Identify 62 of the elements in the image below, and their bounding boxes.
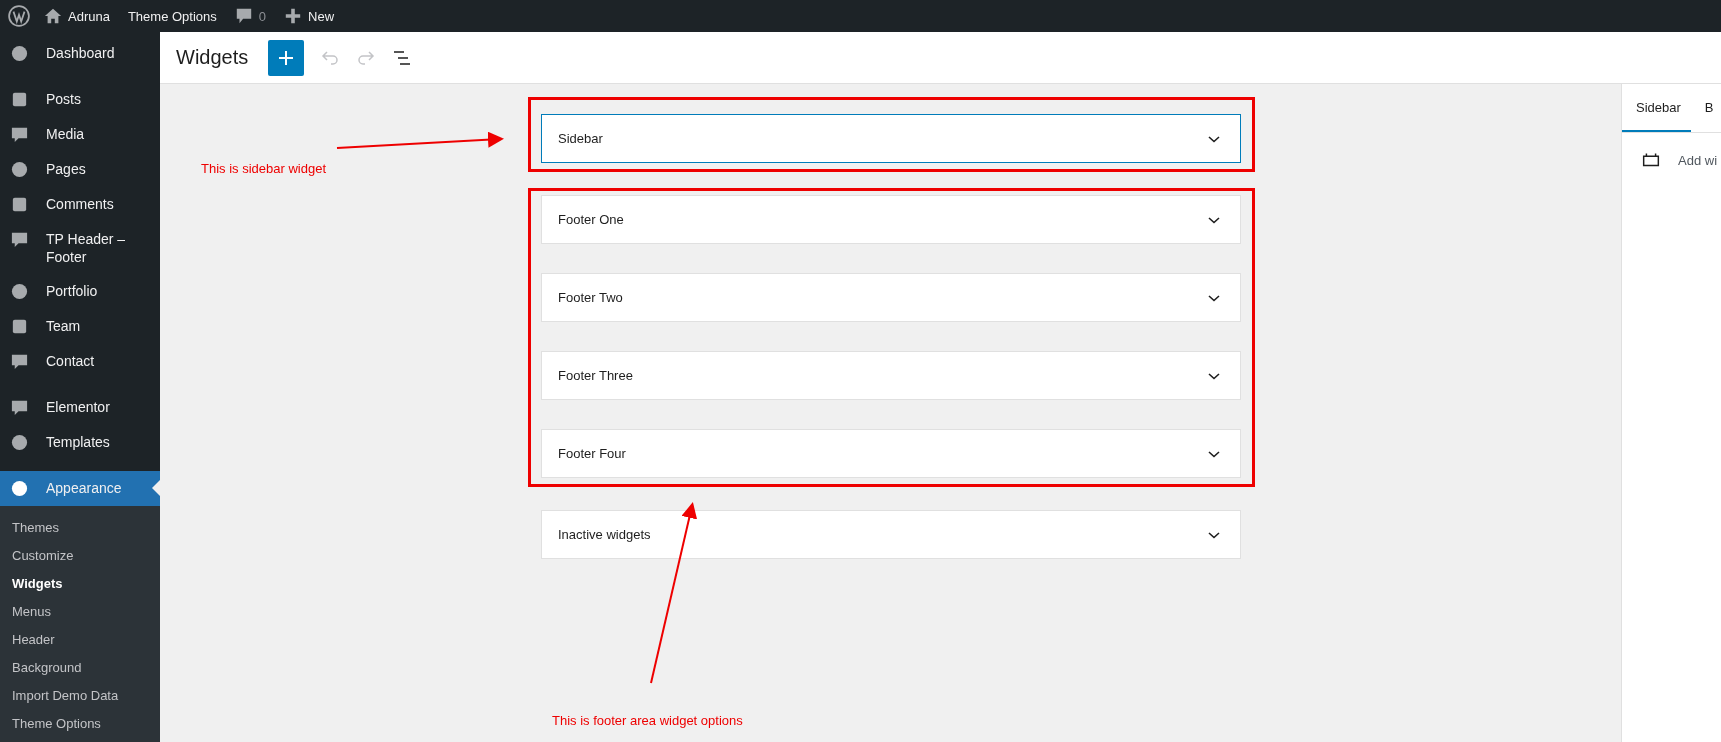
- menu-icon: [10, 160, 29, 179]
- menu-item[interactable]: Portfolio: [0, 274, 160, 309]
- annotation-text: This is sidebar widget: [201, 161, 326, 176]
- theme-options-link[interactable]: Theme Options: [127, 8, 217, 24]
- submenu-item[interactable]: Menus: [0, 598, 160, 626]
- widget-area[interactable]: Footer Two: [541, 273, 1241, 322]
- logo-icon[interactable]: [8, 5, 30, 27]
- widget-area-title: Footer Four: [558, 446, 626, 461]
- page-title: Widgets: [176, 46, 249, 69]
- submenu-item[interactable]: Customize: [0, 542, 160, 570]
- new-link[interactable]: New: [284, 7, 335, 25]
- menu-icon: [10, 352, 29, 371]
- menu-icon: [10, 44, 29, 63]
- widget-area[interactable]: Footer Three: [541, 351, 1241, 400]
- annotation-text: This is footer area widget options: [552, 713, 743, 728]
- menu-icon: [10, 125, 29, 144]
- comment-icon: [234, 7, 253, 25]
- widget-area-title: Inactive widgets: [558, 527, 651, 542]
- site-link[interactable]: Adruna: [44, 7, 110, 25]
- new-label: New: [308, 8, 335, 24]
- panel-tab[interactable]: Sidebar: [1622, 84, 1691, 132]
- menu-icon: [10, 195, 29, 214]
- submenu-item[interactable]: Import Demo Data: [0, 682, 160, 710]
- widget-area[interactable]: Sidebar: [541, 114, 1241, 163]
- menu-item[interactable]: Dashboard: [0, 36, 160, 71]
- menu-item[interactable]: Contact: [0, 344, 160, 379]
- widget-area-title: Footer Two: [558, 290, 623, 305]
- widget-area[interactable]: Footer One: [541, 195, 1241, 244]
- menu-icon: [10, 90, 29, 109]
- menu-item[interactable]: Posts: [0, 82, 160, 117]
- panel-tab[interactable]: B: [1690, 84, 1721, 132]
- submenu-item[interactable]: Background: [0, 654, 160, 682]
- widget-area[interactable]: Footer Four: [541, 429, 1241, 478]
- widget-area[interactable]: Inactive widgets: [541, 510, 1241, 559]
- menu-item[interactable]: Comments: [0, 187, 160, 222]
- menu-item[interactable]: Appearance: [0, 471, 160, 506]
- home-icon: [44, 7, 62, 25]
- submenu-item[interactable]: Header: [0, 626, 160, 654]
- menu-icon: [10, 282, 29, 301]
- add-widget-text: Add wi: [1678, 152, 1718, 168]
- menu-icon: [10, 479, 29, 498]
- submenu-item[interactable]: Theme Options: [0, 710, 160, 738]
- comments-link[interactable]: 0: [234, 7, 267, 25]
- submenu-item[interactable]: Themes: [0, 514, 160, 542]
- menu-item[interactable]: Templates: [0, 425, 160, 460]
- add-block-button[interactable]: [268, 39, 305, 76]
- submenu-item[interactable]: Widgets: [0, 570, 160, 598]
- menu-icon: [10, 230, 29, 249]
- menu-icon: [10, 317, 29, 336]
- menu-item[interactable]: Media: [0, 117, 160, 152]
- widget-area-title: Sidebar: [558, 131, 603, 146]
- plus-icon: [284, 7, 303, 25]
- menu-item[interactable]: Elementor: [0, 390, 160, 425]
- menu-item[interactable]: Pages: [0, 152, 160, 187]
- menu-item[interactable]: Team: [0, 309, 160, 344]
- widget-area-title: Footer One: [558, 212, 624, 227]
- menu-item[interactable]: TP Header – Footer: [0, 222, 160, 274]
- menu-icon: [10, 398, 29, 417]
- widget-area-title: Footer Three: [558, 368, 633, 383]
- comment-count: 0: [258, 8, 267, 24]
- site-name: Adruna: [68, 8, 110, 24]
- menu-icon: [10, 433, 29, 452]
